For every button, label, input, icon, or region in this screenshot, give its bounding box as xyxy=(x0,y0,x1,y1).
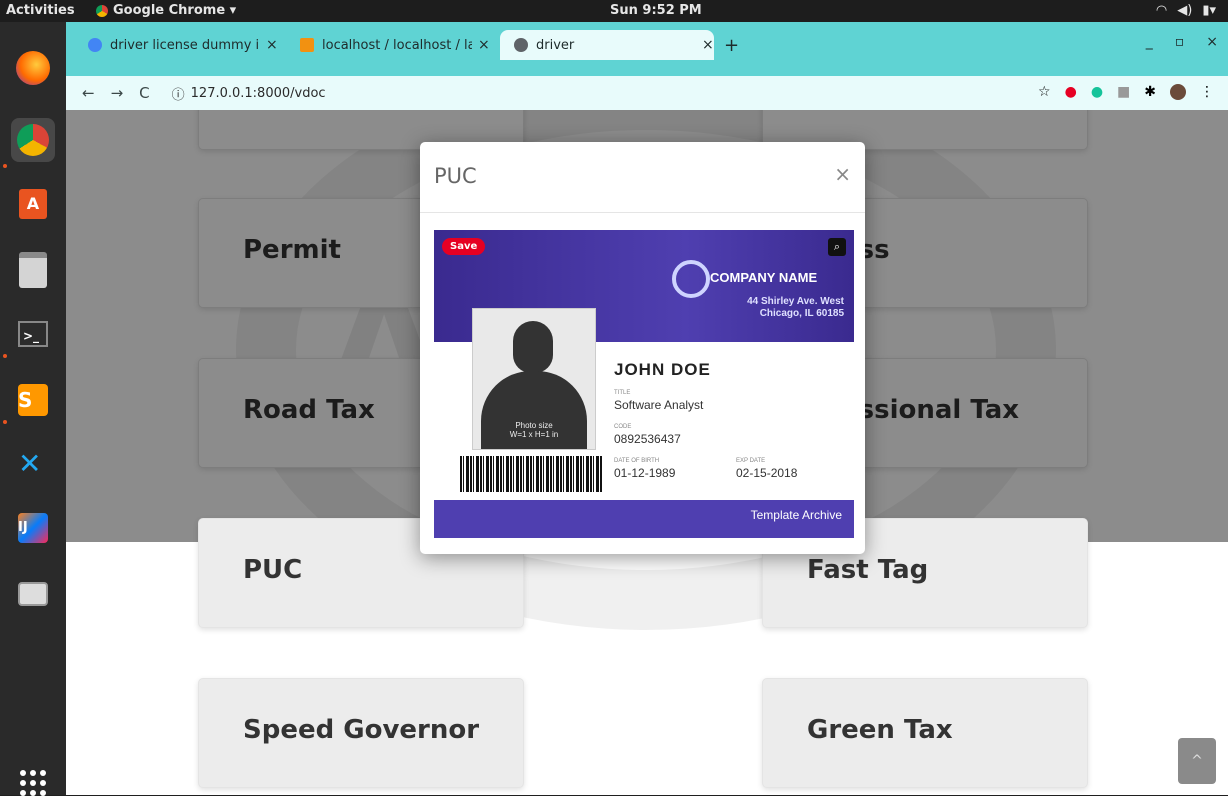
tab-driver[interactable]: driver × xyxy=(500,30,714,60)
company-name: COMPANY NAME xyxy=(710,270,818,285)
exp-value: 02-15-2018 xyxy=(736,466,798,480)
code-label: CODE xyxy=(614,424,632,430)
tab-label: driver xyxy=(536,37,575,53)
title-value: Software Analyst xyxy=(614,398,704,412)
globe-favicon-icon xyxy=(514,38,528,52)
extensions-area: ☆ ● ● ■ ✱ ⋮ xyxy=(1038,84,1214,100)
tab-localhost[interactable]: localhost / localhost / lar × xyxy=(286,30,492,60)
clock[interactable]: Sun 9:52 PM xyxy=(610,3,702,18)
silhouette-head xyxy=(513,321,553,373)
puc-modal: PUC × Save ⌕ COMPANY NAME 44 Shirley Ave… xyxy=(420,142,865,554)
visual-search-icon[interactable]: ⌕ xyxy=(828,238,846,256)
system-tray[interactable]: ◠ ◀) ▮▾ xyxy=(1156,3,1216,18)
profile-avatar[interactable] xyxy=(1170,84,1186,100)
sublime-text-icon[interactable]: S xyxy=(11,378,55,422)
tab-label: driver license dummy ima xyxy=(110,37,260,53)
screenshot-icon[interactable] xyxy=(11,572,55,616)
holder-name: JOHN DOE xyxy=(614,360,711,379)
grammarly-extension-icon[interactable]: ● xyxy=(1091,84,1103,100)
company-address: 44 Shirley Ave. West Chicago, IL 60185 xyxy=(747,296,844,320)
files-icon[interactable] xyxy=(11,248,55,292)
wifi-icon: ◠ xyxy=(1155,3,1168,18)
app-menu[interactable]: Google Chrome ▾ xyxy=(96,3,236,18)
software-store-icon[interactable]: A xyxy=(11,182,55,226)
activities-button[interactable]: Activities xyxy=(6,3,75,18)
intellij-icon[interactable]: IJ xyxy=(11,506,55,550)
close-tab-icon[interactable]: × xyxy=(702,37,714,53)
close-tab-icon[interactable]: × xyxy=(266,37,278,53)
photo-size-label: Photo size xyxy=(515,421,553,430)
phpmyadmin-favicon-icon xyxy=(300,38,314,52)
tab-label: localhost / localhost / lar xyxy=(322,37,472,53)
forward-icon[interactable]: → xyxy=(111,84,124,102)
battery-icon: ▮▾ xyxy=(1202,3,1216,18)
id-photo: Photo size W=1 x H=1 in xyxy=(472,308,596,450)
chrome-icon xyxy=(96,4,108,17)
code-value: 0892536437 xyxy=(614,432,681,446)
modal-title: PUC xyxy=(434,164,477,188)
pinterest-extension-icon[interactable]: ● xyxy=(1065,84,1077,100)
firefox-icon[interactable] xyxy=(11,46,55,90)
address-bar[interactable]: ⓘ 127.0.0.1:8000/vdoc xyxy=(172,84,326,103)
tab-driver-license[interactable]: driver license dummy ima × xyxy=(74,30,280,60)
back-icon[interactable]: ← xyxy=(82,84,95,102)
browser-toolbar: ← → C ⓘ 127.0.0.1:8000/vdoc ☆ ● ● ■ ✱ ⋮ xyxy=(66,76,1228,110)
tab-strip: driver license dummy ima × localhost / l… xyxy=(66,22,1228,76)
minimize-icon[interactable]: _ xyxy=(1146,34,1153,50)
barcode xyxy=(460,456,602,492)
window-controls: _ ▫ × xyxy=(1146,34,1218,50)
url-text: 127.0.0.1:8000/vdoc xyxy=(190,85,326,101)
close-window-icon[interactable]: × xyxy=(1206,34,1218,50)
card-green-tax[interactable]: Green Tax xyxy=(762,678,1088,788)
chrome-dock-icon[interactable] xyxy=(11,118,55,162)
photo-size-note: Photo size W=1 x H=1 in xyxy=(497,421,571,439)
maximize-icon[interactable]: ▫ xyxy=(1175,34,1185,50)
chrome-menu-icon[interactable]: ⋮ xyxy=(1200,84,1214,100)
card-speed-governor[interactable]: Speed Governor xyxy=(198,678,524,788)
photo-size-dims: W=1 x H=1 in xyxy=(509,430,559,439)
address-line-1: 44 Shirley Ave. West xyxy=(747,296,844,307)
card-label: Fast Tag xyxy=(807,555,929,585)
exp-label: EXP DATE xyxy=(736,458,766,464)
volume-icon: ◀) xyxy=(1177,3,1193,18)
card-label: PUC xyxy=(243,555,303,585)
dob-value: 01-12-1989 xyxy=(614,466,676,480)
close-icon[interactable]: × xyxy=(834,162,851,186)
document-image: Save ⌕ COMPANY NAME 44 Shirley Ave. West… xyxy=(434,230,854,538)
info-icon: ⓘ xyxy=(171,87,185,103)
pinterest-save-button[interactable]: Save xyxy=(442,238,486,255)
running-indicator xyxy=(3,354,7,358)
running-indicator xyxy=(3,164,7,168)
reload-icon[interactable]: C xyxy=(139,84,149,102)
google-favicon-icon xyxy=(88,38,102,52)
dob-label: DATE OF BIRTH xyxy=(614,458,660,464)
template-archive-label: Template Archive xyxy=(750,508,842,522)
top-bar: Activities Google Chrome ▾ Sun 9:52 PM ◠… xyxy=(0,0,1228,22)
card-label: Green Tax xyxy=(807,715,953,745)
puzzle-extensions-icon[interactable]: ✱ xyxy=(1144,84,1156,100)
modal-divider xyxy=(420,212,865,213)
show-applications-icon[interactable] xyxy=(20,770,46,796)
company-logo-icon xyxy=(672,260,710,298)
bookmark-star-icon[interactable]: ☆ xyxy=(1038,84,1051,100)
running-indicator xyxy=(3,420,7,424)
extension-icon[interactable]: ■ xyxy=(1117,84,1130,100)
address-line-2: Chicago, IL 60185 xyxy=(759,308,844,319)
new-tab-button[interactable]: + xyxy=(724,35,739,56)
card-label: Speed Governor xyxy=(243,715,480,745)
dock: A >_ S ✕ IJ xyxy=(0,22,66,796)
scroll-to-top-button[interactable]: ^ xyxy=(1178,738,1216,784)
vscode-icon[interactable]: ✕ xyxy=(11,442,55,486)
title-label: TITLE xyxy=(614,390,631,396)
terminal-icon[interactable]: >_ xyxy=(11,312,55,356)
close-tab-icon[interactable]: × xyxy=(478,37,490,53)
app-menu-label: Google Chrome ▾ xyxy=(113,3,237,18)
